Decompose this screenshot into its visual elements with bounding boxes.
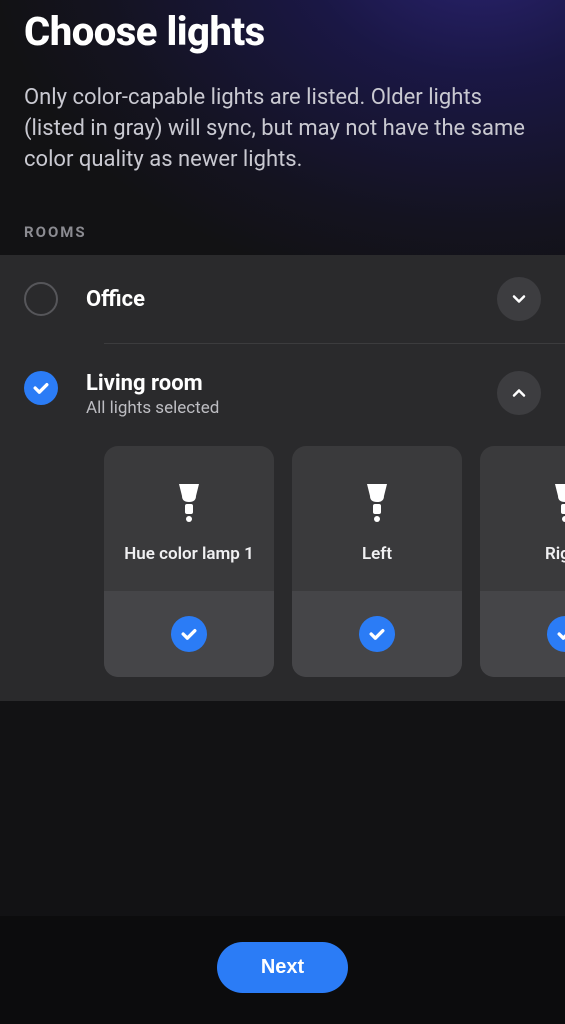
page-subtitle: Only color-capable lights are listed. Ol… [24,83,541,175]
bulb-icon [363,484,391,524]
light-name: Left [362,544,392,564]
expand-button[interactable] [497,277,541,321]
room-row-office[interactable]: Office [0,255,565,343]
room-subtitle: All lights selected [86,398,469,418]
light-card[interactable]: Right [480,446,565,677]
page-title: Choose lights [24,8,541,55]
section-label-rooms: ROOMS [0,223,565,255]
light-selected-badge[interactable] [171,616,207,652]
check-icon [31,378,51,398]
check-icon [367,624,387,644]
collapse-button[interactable] [497,371,541,415]
next-button[interactable]: Next [217,942,348,993]
light-name: Right [545,544,565,564]
bulb-icon [551,484,565,524]
light-selected-badge[interactable] [547,616,565,652]
radio-unchecked-icon[interactable] [24,282,58,316]
radio-checked-icon[interactable] [24,371,58,405]
light-card[interactable]: Left [292,446,462,677]
room-name: Living room [86,371,469,396]
bulb-icon [175,484,203,524]
footer: Next [0,916,565,1024]
light-name: Hue color lamp 1 [124,544,254,564]
lights-list[interactable]: Hue color lamp 1 Left [0,440,565,701]
room-row-living-room[interactable]: Living room All lights selected [0,343,565,440]
chevron-down-icon [509,289,529,309]
check-icon [555,624,565,644]
check-icon [179,624,199,644]
light-selected-badge[interactable] [359,616,395,652]
rooms-panel: Office Living room All lights selected [0,255,565,701]
chevron-up-icon [509,383,529,403]
room-name: Office [86,287,469,312]
light-card[interactable]: Hue color lamp 1 [104,446,274,677]
